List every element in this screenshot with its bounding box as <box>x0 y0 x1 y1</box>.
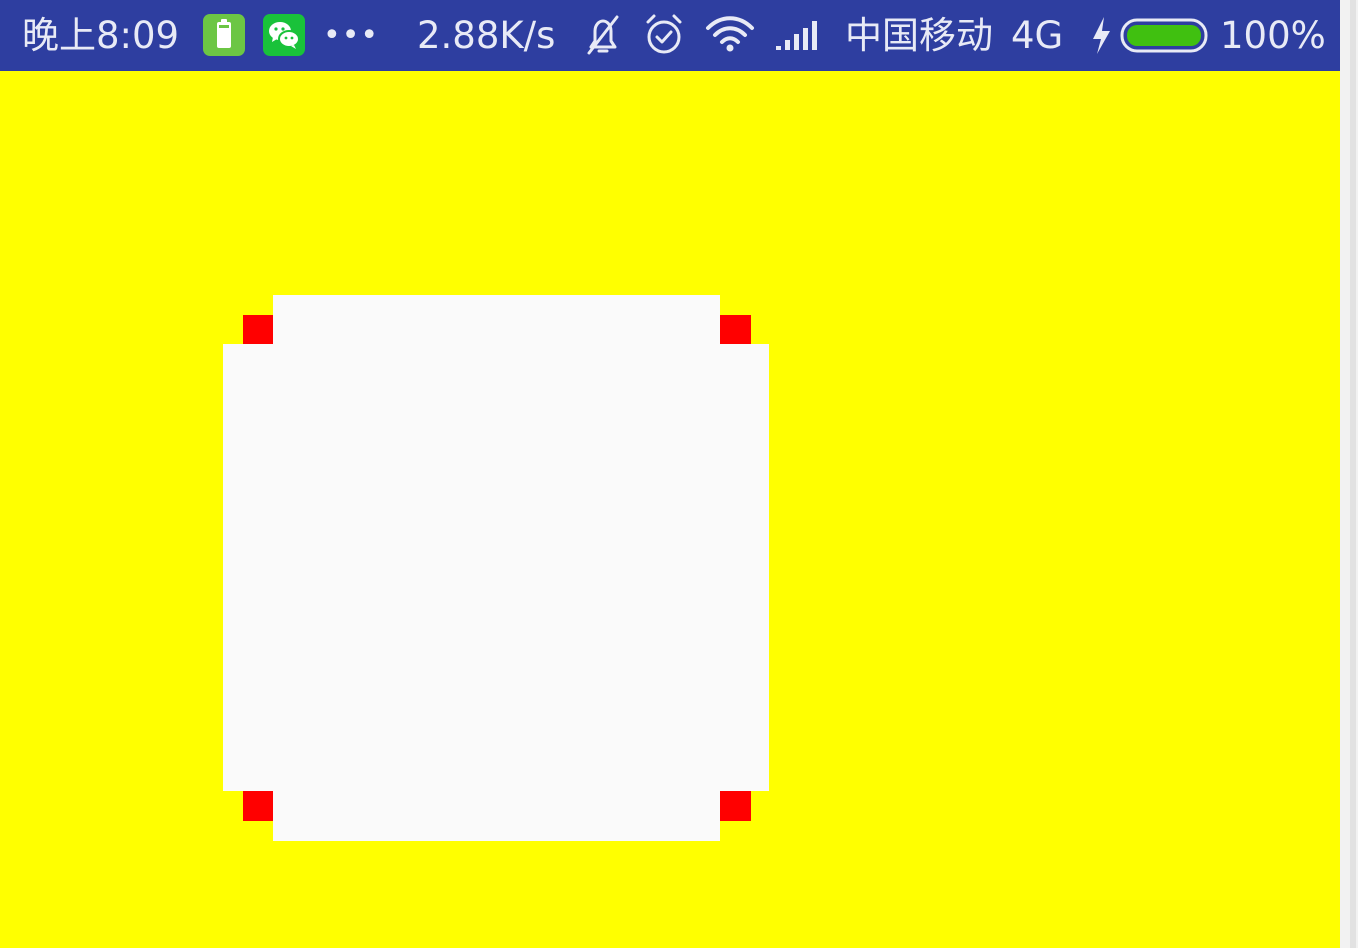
status-bar: 晚上8:09 ••• 2.88K/s 中国移动 4G 100% <box>0 0 1340 71</box>
bell-muted-icon <box>583 0 623 71</box>
alarm-icon <box>643 0 685 71</box>
scrollbar[interactable] <box>1340 0 1358 948</box>
scrollbar-thumb[interactable] <box>1350 0 1356 948</box>
signal-icon <box>774 0 822 71</box>
battery-app-icon <box>203 14 245 56</box>
battery-icon <box>1120 0 1212 71</box>
status-time: 晚上8:09 <box>22 14 180 57</box>
carrier-name: 中国移动 <box>845 14 993 57</box>
bottom-left-corner-bracket <box>243 790 273 821</box>
battery-percent: 100% <box>1220 14 1326 57</box>
top-left-corner-bracket <box>243 315 273 345</box>
wifi-icon <box>705 0 755 71</box>
device-screen: 晚上8:09 ••• 2.88K/s 中国移动 4G 100% <box>0 0 1358 948</box>
top-right-corner-bracket <box>720 315 751 345</box>
charging-icon <box>1087 0 1115 71</box>
network-type: 4G <box>1011 14 1064 57</box>
more-notifications-icon: ••• <box>323 18 380 53</box>
bottom-right-corner-bracket <box>720 790 751 821</box>
white-panel-horizontal <box>223 344 769 791</box>
content-area <box>0 71 1340 948</box>
network-speed: 2.88K/s <box>417 14 556 57</box>
wechat-icon <box>263 14 305 56</box>
